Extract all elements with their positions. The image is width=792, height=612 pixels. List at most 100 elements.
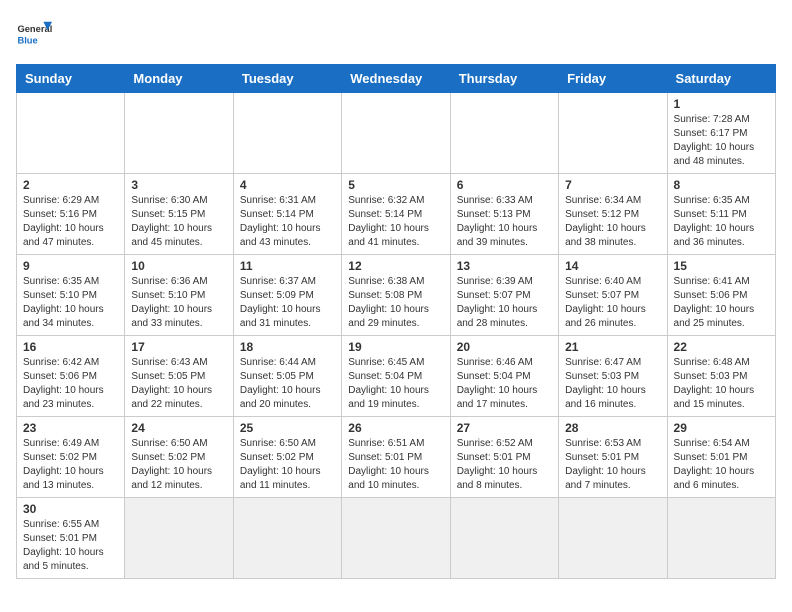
- weekday-header-tuesday: Tuesday: [233, 65, 341, 93]
- day-info: Sunrise: 6:46 AM Sunset: 5:04 PM Dayligh…: [457, 356, 552, 412]
- calendar-cell: 29 Sunrise: 6:54 AM Sunset: 5:01 PM Dayli…: [667, 417, 775, 498]
- day-number: 21: [565, 340, 660, 354]
- calendar-cell: 14 Sunrise: 6:40 AM Sunset: 5:07 PM Dayli…: [559, 255, 667, 336]
- week-row-0: 1 Sunrise: 7:28 AM Sunset: 6:17 PM Daylig…: [17, 93, 776, 174]
- day-number: 3: [131, 178, 226, 192]
- day-number: 29: [674, 421, 769, 435]
- calendar-cell: 6Sunrise: 6:33 AM Sunset: 5:13 PM Daylig…: [450, 174, 558, 255]
- calendar-cell: [342, 93, 450, 174]
- day-number: 13: [457, 259, 552, 273]
- calendar-cell: 19Sunrise: 6:45 AM Sunset: 5:04 PM Dayli…: [342, 336, 450, 417]
- calendar-cell: [125, 498, 233, 579]
- calendar-cell: [233, 498, 341, 579]
- calendar-cell: [559, 498, 667, 579]
- header: General Blue: [16, 16, 776, 52]
- calendar-cell: [233, 93, 341, 174]
- calendar-cell: 13Sunrise: 6:39 AM Sunset: 5:07 PM Dayli…: [450, 255, 558, 336]
- calendar-cell: 12 Sunrise: 6:38 AM Sunset: 5:08 PM Dayli…: [342, 255, 450, 336]
- calendar: SundayMondayTuesdayWednesdayThursdayFrid…: [16, 64, 776, 579]
- day-info: Sunrise: 6:51 AM Sunset: 5:01 PM Dayligh…: [348, 437, 443, 493]
- calendar-cell: 16 Sunrise: 6:42 AM Sunset: 5:06 PM Dayli…: [17, 336, 125, 417]
- day-info: Sunrise: 6:31 AM Sunset: 5:14 PM Dayligh…: [240, 194, 335, 250]
- day-info: Sunrise: 6:35 AM Sunset: 5:11 PM Dayligh…: [674, 194, 769, 250]
- calendar-cell: [342, 498, 450, 579]
- day-info: Sunrise: 6:35 AM Sunset: 5:10 PM Dayligh…: [23, 275, 118, 331]
- week-row-2: 9 Sunrise: 6:35 AM Sunset: 5:10 PM Daylig…: [17, 255, 776, 336]
- day-number: 6: [457, 178, 552, 192]
- calendar-cell: [450, 93, 558, 174]
- calendar-cell: 15 Sunrise: 6:41 AM Sunset: 5:06 PM Dayli…: [667, 255, 775, 336]
- day-info: Sunrise: 6:41 AM Sunset: 5:06 PM Dayligh…: [674, 275, 769, 331]
- week-row-1: 2Sunrise: 6:29 AM Sunset: 5:16 PM Daylig…: [17, 174, 776, 255]
- day-info: Sunrise: 6:50 AM Sunset: 5:02 PM Dayligh…: [240, 437, 335, 493]
- day-info: Sunrise: 6:42 AM Sunset: 5:06 PM Dayligh…: [23, 356, 118, 412]
- calendar-cell: 26 Sunrise: 6:51 AM Sunset: 5:01 PM Dayli…: [342, 417, 450, 498]
- day-info: Sunrise: 7:28 AM Sunset: 6:17 PM Dayligh…: [674, 113, 769, 169]
- weekday-header-thursday: Thursday: [450, 65, 558, 93]
- day-number: 12: [348, 259, 443, 273]
- calendar-cell: 3 Sunrise: 6:30 AM Sunset: 5:15 PM Daylig…: [125, 174, 233, 255]
- day-info: Sunrise: 6:48 AM Sunset: 5:03 PM Dayligh…: [674, 356, 769, 412]
- day-info: Sunrise: 6:52 AM Sunset: 5:01 PM Dayligh…: [457, 437, 552, 493]
- day-info: Sunrise: 6:30 AM Sunset: 5:15 PM Dayligh…: [131, 194, 226, 250]
- day-info: Sunrise: 6:37 AM Sunset: 5:09 PM Dayligh…: [240, 275, 335, 331]
- day-info: Sunrise: 6:47 AM Sunset: 5:03 PM Dayligh…: [565, 356, 660, 412]
- weekday-header-sunday: Sunday: [17, 65, 125, 93]
- day-number: 5: [348, 178, 443, 192]
- calendar-cell: 20 Sunrise: 6:46 AM Sunset: 5:04 PM Dayli…: [450, 336, 558, 417]
- day-number: 11: [240, 259, 335, 273]
- day-number: 26: [348, 421, 443, 435]
- day-number: 1: [674, 97, 769, 111]
- calendar-cell: 24Sunrise: 6:50 AM Sunset: 5:02 PM Dayli…: [125, 417, 233, 498]
- weekday-header-friday: Friday: [559, 65, 667, 93]
- calendar-cell: [667, 498, 775, 579]
- calendar-cell: 22Sunrise: 6:48 AM Sunset: 5:03 PM Dayli…: [667, 336, 775, 417]
- day-number: 15: [674, 259, 769, 273]
- day-info: Sunrise: 6:43 AM Sunset: 5:05 PM Dayligh…: [131, 356, 226, 412]
- calendar-cell: [17, 93, 125, 174]
- day-info: Sunrise: 6:36 AM Sunset: 5:10 PM Dayligh…: [131, 275, 226, 331]
- calendar-cell: 21 Sunrise: 6:47 AM Sunset: 5:03 PM Dayli…: [559, 336, 667, 417]
- weekday-header-saturday: Saturday: [667, 65, 775, 93]
- day-number: 23: [23, 421, 118, 435]
- day-number: 20: [457, 340, 552, 354]
- day-info: Sunrise: 6:54 AM Sunset: 5:01 PM Dayligh…: [674, 437, 769, 493]
- calendar-cell: 17 Sunrise: 6:43 AM Sunset: 5:05 PM Dayli…: [125, 336, 233, 417]
- weekday-header-wednesday: Wednesday: [342, 65, 450, 93]
- day-number: 19: [348, 340, 443, 354]
- calendar-cell: [559, 93, 667, 174]
- day-number: 18: [240, 340, 335, 354]
- day-number: 10: [131, 259, 226, 273]
- day-number: 4: [240, 178, 335, 192]
- calendar-cell: 25 Sunrise: 6:50 AM Sunset: 5:02 PM Dayli…: [233, 417, 341, 498]
- weekday-header-monday: Monday: [125, 65, 233, 93]
- day-number: 14: [565, 259, 660, 273]
- day-number: 17: [131, 340, 226, 354]
- day-number: 9: [23, 259, 118, 273]
- day-info: Sunrise: 6:50 AM Sunset: 5:02 PM Dayligh…: [131, 437, 226, 493]
- week-row-3: 16 Sunrise: 6:42 AM Sunset: 5:06 PM Dayli…: [17, 336, 776, 417]
- day-number: 30: [23, 502, 118, 516]
- day-info: Sunrise: 6:55 AM Sunset: 5:01 PM Dayligh…: [23, 518, 118, 574]
- calendar-cell: 23 Sunrise: 6:49 AM Sunset: 5:02 PM Dayli…: [17, 417, 125, 498]
- calendar-cell: 30 Sunrise: 6:55 AM Sunset: 5:01 PM Dayli…: [17, 498, 125, 579]
- day-info: Sunrise: 6:32 AM Sunset: 5:14 PM Dayligh…: [348, 194, 443, 250]
- calendar-cell: 7Sunrise: 6:34 AM Sunset: 5:12 PM Daylig…: [559, 174, 667, 255]
- week-row-4: 23 Sunrise: 6:49 AM Sunset: 5:02 PM Dayli…: [17, 417, 776, 498]
- day-number: 28: [565, 421, 660, 435]
- day-info: Sunrise: 6:49 AM Sunset: 5:02 PM Dayligh…: [23, 437, 118, 493]
- calendar-cell: 18Sunrise: 6:44 AM Sunset: 5:05 PM Dayli…: [233, 336, 341, 417]
- day-info: Sunrise: 6:40 AM Sunset: 5:07 PM Dayligh…: [565, 275, 660, 331]
- calendar-cell: 27 Sunrise: 6:52 AM Sunset: 5:01 PM Dayli…: [450, 417, 558, 498]
- calendar-cell: 4 Sunrise: 6:31 AM Sunset: 5:14 PM Daylig…: [233, 174, 341, 255]
- day-number: 8: [674, 178, 769, 192]
- calendar-cell: 8 Sunrise: 6:35 AM Sunset: 5:11 PM Daylig…: [667, 174, 775, 255]
- day-number: 7: [565, 178, 660, 192]
- calendar-cell: 11 Sunrise: 6:37 AM Sunset: 5:09 PM Dayli…: [233, 255, 341, 336]
- day-info: Sunrise: 6:38 AM Sunset: 5:08 PM Dayligh…: [348, 275, 443, 331]
- day-number: 27: [457, 421, 552, 435]
- day-number: 16: [23, 340, 118, 354]
- day-info: Sunrise: 6:29 AM Sunset: 5:16 PM Dayligh…: [23, 194, 118, 250]
- day-number: 25: [240, 421, 335, 435]
- calendar-cell: 5 Sunrise: 6:32 AM Sunset: 5:14 PM Daylig…: [342, 174, 450, 255]
